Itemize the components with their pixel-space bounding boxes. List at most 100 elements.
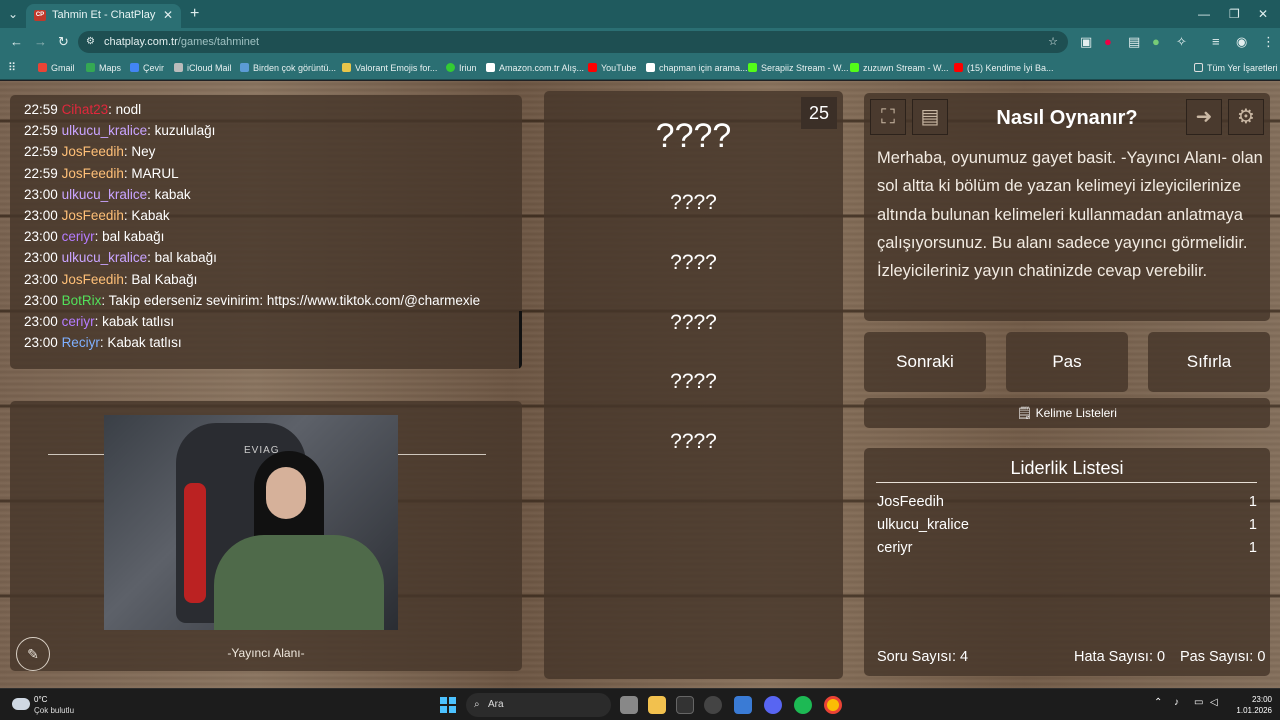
start-button[interactable] bbox=[440, 697, 456, 713]
media-icon[interactable]: ≡ bbox=[1212, 28, 1220, 56]
chat-time: 22:59 bbox=[24, 165, 58, 181]
bookmark-star-icon[interactable]: ☆ bbox=[1048, 31, 1058, 53]
system-clock[interactable]: 23:00 1.01.2026 bbox=[1226, 694, 1272, 716]
chrome-icon[interactable] bbox=[824, 696, 842, 714]
chat-text: : Ney bbox=[123, 144, 156, 160]
url-domain: chatplay.com.tr bbox=[104, 36, 178, 48]
bookmark-item[interactable]: zuzuwn Stream - W... bbox=[850, 56, 949, 80]
app-icon[interactable] bbox=[676, 696, 694, 714]
bookmark-item[interactable]: Çevir bbox=[130, 56, 164, 80]
site-info-icon[interactable]: ⚙ bbox=[86, 31, 95, 53]
bookmark-item[interactable]: Serapiiz Stream - W... bbox=[748, 56, 849, 80]
extension-icon[interactable]: ▣ bbox=[1080, 28, 1092, 56]
all-bookmarks[interactable]: Tüm Yer İşaretleri bbox=[1194, 56, 1278, 80]
minimize-window-icon[interactable]: — bbox=[1198, 0, 1210, 28]
bookmark-item[interactable]: Amazon.com.tr Alış... bbox=[486, 56, 584, 80]
leaderboard-panel: Liderlik Listesi JosFeedih 1 ulkucu_krali… bbox=[864, 448, 1270, 676]
bookmark-item[interactable]: (15) Kendime İyi Ba... bbox=[954, 56, 1054, 80]
forward-icon[interactable]: → bbox=[34, 28, 47, 56]
extension-icon[interactable]: ▤ bbox=[1128, 28, 1140, 56]
kick-icon bbox=[748, 63, 757, 72]
chat-username[interactable]: Cihat23 bbox=[62, 102, 109, 117]
chat-text: : nodl bbox=[108, 102, 142, 117]
app-icon[interactable] bbox=[734, 696, 752, 714]
chat-username[interactable]: ulkucu_kralice bbox=[62, 250, 148, 265]
restore-window-icon[interactable]: ❐ bbox=[1229, 0, 1240, 28]
chat-scrollbar[interactable] bbox=[519, 311, 522, 369]
microphone-icon[interactable]: ♪ bbox=[1174, 697, 1179, 708]
close-window-icon[interactable]: ✕ bbox=[1258, 0, 1268, 28]
bookmark-item[interactable]: Birden çok görüntü... bbox=[240, 56, 336, 80]
chat-username[interactable]: BotRix bbox=[62, 293, 102, 308]
task-view-icon[interactable] bbox=[620, 696, 638, 714]
chat-time: 22:59 bbox=[24, 102, 58, 117]
chat-time: 22:59 bbox=[24, 123, 58, 139]
address-bar[interactable]: ⚙ chatplay.com.tr/games/tahminet ☆ bbox=[78, 31, 1068, 53]
chat-time: 23:00 bbox=[24, 271, 58, 287]
extension-icon[interactable]: ● bbox=[1152, 28, 1160, 56]
chat-time: 22:59 bbox=[24, 144, 58, 160]
chat-username[interactable]: ulkucu_kralice bbox=[62, 123, 148, 138]
forbidden-word: ???? bbox=[670, 370, 717, 393]
browser-tab[interactable]: CP Tahmin Et - ChatPlay ✕ bbox=[26, 4, 181, 28]
reload-icon[interactable]: ↻ bbox=[58, 28, 69, 56]
file-explorer-icon[interactable] bbox=[648, 696, 666, 714]
extension-icon[interactable]: ● bbox=[1104, 28, 1112, 56]
bookmark-item[interactable]: YouTube bbox=[588, 56, 636, 80]
youtube-icon bbox=[588, 63, 597, 72]
discord-icon[interactable] bbox=[764, 696, 782, 714]
chatplay-favicon: CP bbox=[34, 10, 46, 21]
close-tab-icon[interactable]: ✕ bbox=[163, 4, 173, 26]
bookmark-favicon bbox=[646, 63, 655, 72]
extensions-puzzle-icon[interactable]: ✧ bbox=[1176, 28, 1187, 56]
chat-username[interactable]: ceriyr bbox=[62, 229, 95, 244]
chat-username[interactable]: ceriyr bbox=[62, 314, 95, 329]
chat-time: 23:00 bbox=[24, 250, 58, 266]
bookmark-item[interactable]: Iriun bbox=[446, 56, 477, 80]
bookmark-item[interactable]: Gmail bbox=[38, 56, 75, 80]
chat-time: 23:00 bbox=[24, 208, 58, 224]
network-icon[interactable]: ▭ bbox=[1194, 697, 1203, 708]
chat-username[interactable]: ulkucu_kralice bbox=[62, 187, 148, 202]
chat-text: : kuzululağı bbox=[147, 123, 216, 139]
profile-avatar[interactable]: ◉ bbox=[1236, 28, 1247, 56]
bookmark-favicon bbox=[240, 63, 249, 72]
tab-search-icon[interactable]: ⌄ bbox=[8, 0, 18, 28]
webcam-feed: EVIAG bbox=[104, 415, 398, 630]
clock-date: 1.01.2026 bbox=[1236, 706, 1272, 715]
chat-username[interactable]: JosFeedih bbox=[62, 144, 124, 159]
menu-icon[interactable]: ⋮ bbox=[1262, 28, 1275, 56]
back-icon[interactable]: ← bbox=[10, 28, 23, 56]
chat-username[interactable]: Reciyr bbox=[62, 335, 100, 350]
chat-username[interactable]: JosFeedih bbox=[62, 208, 124, 223]
word-lists-button[interactable]: 🗒 Kelime Listeleri bbox=[864, 398, 1270, 428]
apps-icon[interactable]: ⠿ bbox=[8, 56, 16, 80]
bookmark-item[interactable]: iCloud Mail bbox=[174, 56, 232, 80]
chat-message: 22:59 JosFeedih: Ney bbox=[24, 141, 508, 162]
chat-username[interactable]: JosFeedih bbox=[62, 166, 124, 181]
streamer-person bbox=[204, 445, 384, 630]
bookmark-item[interactable]: Valorant Emojis for... bbox=[342, 56, 437, 80]
app-icon[interactable] bbox=[704, 696, 722, 714]
settings-button[interactable]: ⚙ bbox=[1228, 99, 1264, 135]
chat-panel[interactable]: 22:59 Cihat23: nodl 22:59 ulkucu_kralice:… bbox=[10, 95, 522, 369]
next-button[interactable]: Sonraki bbox=[864, 332, 986, 392]
chat-text: : bal kabağı bbox=[94, 229, 165, 245]
chat-username[interactable]: JosFeedih bbox=[62, 272, 124, 287]
bookmark-item[interactable]: Maps bbox=[86, 56, 121, 80]
exit-icon: ➜ bbox=[1195, 106, 1213, 128]
chat-message: 23:00 JosFeedih: Bal Kabağı bbox=[24, 269, 508, 290]
leaderboard-row: ceriyr 1 bbox=[877, 540, 1257, 556]
chat-time: 23:00 bbox=[24, 292, 58, 308]
reset-button[interactable]: Sıfırla bbox=[1148, 332, 1270, 392]
pass-button[interactable]: Pas bbox=[1006, 332, 1128, 392]
show-hidden-icons[interactable]: ⌃ bbox=[1154, 697, 1162, 708]
taskbar-search[interactable]: ⌕ Ara bbox=[466, 693, 611, 717]
volume-icon[interactable]: ◁ bbox=[1210, 697, 1218, 708]
exit-button[interactable]: ➜ bbox=[1186, 99, 1222, 135]
bookmark-item[interactable]: chapman için arama... bbox=[646, 56, 748, 80]
spotify-icon[interactable] bbox=[794, 696, 812, 714]
new-tab-button[interactable]: + bbox=[190, 0, 199, 28]
leaderboard-title: Liderlik Listesi bbox=[1010, 458, 1124, 478]
chat-text: : Kabak bbox=[123, 208, 170, 224]
